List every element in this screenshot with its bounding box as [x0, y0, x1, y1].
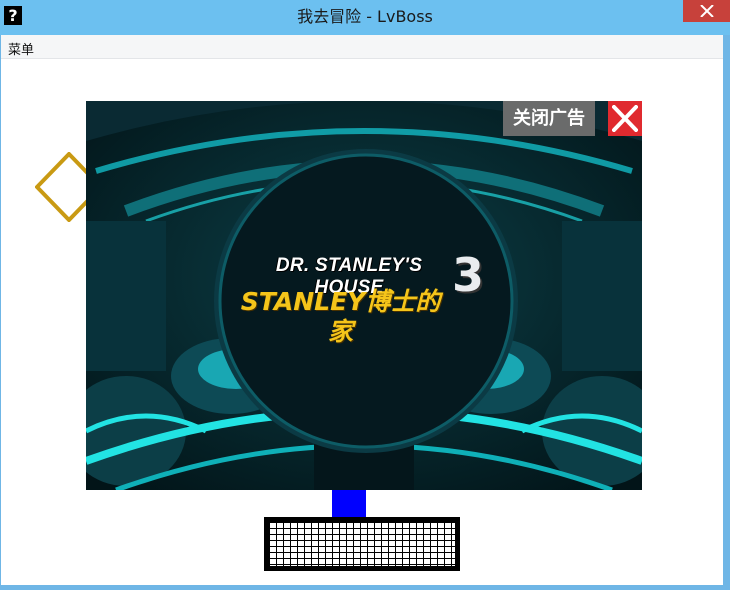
- game-title-number: 3: [451, 248, 484, 302]
- game-title-chinese: STANLEY博士的家: [240, 287, 441, 346]
- player-block: [332, 490, 366, 520]
- grid-platform: [264, 517, 460, 571]
- menu-item-main[interactable]: 菜单: [8, 39, 34, 58]
- close-x-icon: [612, 105, 638, 132]
- title-bar[interactable]: ? 我去冒险 - LvBoss: [0, 0, 730, 35]
- close-ad-button[interactable]: [608, 101, 642, 136]
- ad-popup[interactable]: DR. STANLEY'S HOUSE STANLEY博士的家 3 关闭广告: [86, 101, 642, 490]
- close-icon: [700, 5, 714, 17]
- window-title: 我去冒险 - LvBoss: [297, 7, 433, 26]
- close-ad-label[interactable]: 关闭广告: [503, 101, 595, 136]
- menu-bar: 菜单: [1, 35, 723, 59]
- window-close-button[interactable]: [683, 0, 730, 22]
- grid-pattern: [269, 522, 455, 566]
